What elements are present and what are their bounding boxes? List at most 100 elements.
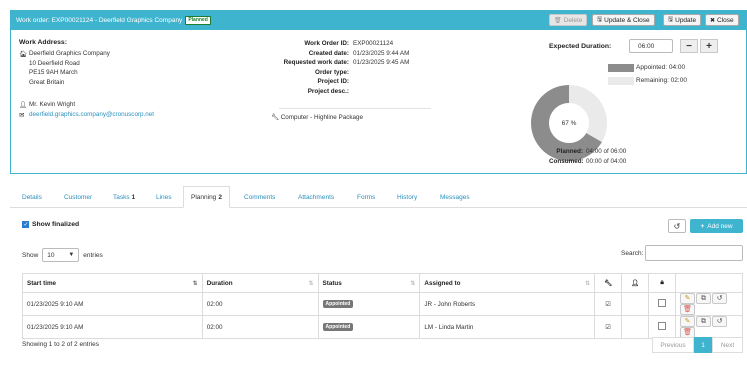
tab-history[interactable]: History xyxy=(397,186,417,208)
lock-cell xyxy=(648,315,677,339)
work-address-lines: Deerfield Graphics Company 10 Deerfield … xyxy=(29,50,110,86)
status-badge: Appointed xyxy=(322,300,354,308)
envelope-icon: ✉ xyxy=(19,112,25,119)
expected-duration-input[interactable]: 06:00 xyxy=(629,39,673,53)
duration-increase-button[interactable]: + xyxy=(700,39,718,53)
chevron-down-icon: ▼ xyxy=(68,252,75,258)
status-badge: Planned xyxy=(185,15,211,25)
sort-icon: ⇅ xyxy=(585,280,591,287)
delete-row-button[interactable]: 🗑 xyxy=(680,304,696,315)
work-order-info: Work Order ID: EXP00021124 Created date: 0… xyxy=(283,40,410,95)
actions-cell: ✎ ⧉ ↺ 🗑 xyxy=(675,315,743,339)
divider xyxy=(279,108,431,109)
column-header-start-time[interactable]: Start time ⇅ xyxy=(22,273,203,293)
close-button[interactable]: ✖ Close xyxy=(705,14,739,26)
expected-duration-label: Expected Duration: xyxy=(549,43,612,50)
user-icon: 👤︎ xyxy=(19,102,28,109)
assigned-to-cell: LM - Linda Martin xyxy=(419,315,596,339)
tools-cell: ☑ xyxy=(594,292,623,316)
close-icon: ✖ xyxy=(710,17,716,24)
delete-button[interactable]: 🗑 Delete xyxy=(549,14,588,26)
legend-remaining: Remaining: 02:00 xyxy=(636,77,687,84)
work-address-label: Work Address: xyxy=(19,39,67,46)
tab-lines[interactable]: Lines xyxy=(156,186,172,208)
external-link-icon: ⧉ xyxy=(701,318,707,325)
tools-icon: 🔧︎ xyxy=(604,280,613,287)
undo-button[interactable]: ↺ xyxy=(712,293,728,304)
search-input[interactable] xyxy=(645,245,743,261)
trash-icon: 🗑 xyxy=(554,17,562,24)
tab-forms[interactable]: Forms xyxy=(357,186,375,208)
undo-icon: ↺ xyxy=(716,318,723,325)
legend-swatch-appointed xyxy=(608,64,634,72)
pencil-icon: ✎ xyxy=(684,318,691,325)
refresh-button[interactable]: ↺ xyxy=(668,219,686,233)
checked-box-icon: ☑ xyxy=(605,323,611,331)
show-finalized-toggle[interactable]: Show finalized xyxy=(22,221,79,228)
user-cell xyxy=(621,292,650,316)
work-order-header: Work order: EXP00021124 - Deerfield Grap… xyxy=(10,10,747,30)
tab-attachments[interactable]: Attachments xyxy=(298,186,334,208)
lock-checkbox[interactable] xyxy=(658,322,667,330)
wrench-icon: 🔧︎ xyxy=(271,114,279,121)
column-header-duration[interactable]: Duration ⇅ xyxy=(201,273,319,293)
column-header-tools: 🔧︎ xyxy=(594,273,623,293)
tools-cell: ☑ xyxy=(594,315,623,339)
tab-tasks[interactable]: Tasks 1 xyxy=(113,186,135,208)
undo-icon: ↺ xyxy=(716,295,723,302)
work-order-id: EXP00021124 xyxy=(353,40,394,47)
tab-comments[interactable]: Comments xyxy=(244,186,275,208)
checked-box-icon: ☑ xyxy=(605,300,611,308)
table-header-row: Start time ⇅ Duration ⇅ Status ⇅ Assigned t… xyxy=(22,273,743,293)
sort-icon: ⇅ xyxy=(192,280,198,287)
requested-work-date: 01/23/2025 9:45 AM xyxy=(353,59,410,66)
actions-cell: ✎ ⧉ ↺ 🗑 xyxy=(675,292,743,316)
lock-checkbox[interactable] xyxy=(658,299,667,307)
edit-button[interactable]: ✎ xyxy=(680,316,696,327)
show-finalized-checkbox[interactable] xyxy=(22,221,29,228)
entries-select[interactable]: 10 ▼ xyxy=(42,248,80,262)
duration-cell: 02:00 xyxy=(201,292,319,316)
undo-button[interactable]: ↺ xyxy=(712,316,728,327)
table-row: 01/23/2025 9:10 AM 02:00 Appointed JR - … xyxy=(22,292,743,316)
legend-swatch-remaining xyxy=(608,77,634,85)
lock-cell xyxy=(648,292,677,316)
column-header-assigned-to[interactable]: Assigned to ⇅ xyxy=(419,273,596,293)
column-header-lock: 🔒︎ xyxy=(648,273,677,293)
edit-button[interactable]: ✎ xyxy=(680,293,696,304)
status-cell: Appointed xyxy=(317,315,421,339)
assigned-to-cell: JR - John Roberts xyxy=(419,292,596,316)
trash-icon: 🗑 xyxy=(683,306,692,313)
contact-email-link[interactable]: deerfield.graphics.company@cronuscorp.ne… xyxy=(29,110,154,120)
tab-customer[interactable]: Customer xyxy=(64,186,92,208)
planning-table: Start time ⇅ Duration ⇅ Status ⇅ Assigned t… xyxy=(22,273,743,339)
trash-icon: 🗑 xyxy=(683,329,692,336)
tab-details[interactable]: Details xyxy=(22,186,42,208)
work-order-tabs: Details Customer Tasks 1 Lines Planning 2 … xyxy=(10,186,747,208)
home-icon: 🏠︎ xyxy=(19,51,28,58)
column-header-status[interactable]: Status ⇅ xyxy=(317,273,421,293)
created-date: 01/23/2025 9:44 AM xyxy=(353,49,410,57)
open-button[interactable]: ⧉ xyxy=(696,316,712,327)
update-button[interactable]: 🖫 Update xyxy=(663,14,702,26)
pagination-previous[interactable]: Previous xyxy=(652,337,694,353)
table-row: 01/23/2025 9:10 AM 02:00 Appointed LM - … xyxy=(22,315,743,339)
status-cell: Appointed xyxy=(317,292,421,316)
update-close-button[interactable]: 🖫 Update & Close xyxy=(592,14,655,26)
external-link-icon: ⧉ xyxy=(701,295,707,302)
pagination-page-1[interactable]: 1 xyxy=(694,337,712,353)
tab-planning[interactable]: Planning 2 xyxy=(183,186,230,208)
add-new-button[interactable]: + Add new xyxy=(690,219,743,233)
start-time-cell: 01/23/2025 9:10 AM xyxy=(22,315,203,339)
pagination-next[interactable]: Next xyxy=(712,337,743,353)
tab-messages[interactable]: Messages xyxy=(440,186,470,208)
legend-appointed: Appointed: 04:00 xyxy=(636,64,686,71)
save-icon: 🖫 xyxy=(668,17,674,23)
duration-decrease-button[interactable]: − xyxy=(680,39,698,53)
plus-icon: + xyxy=(700,222,705,230)
duration-cell: 02:00 xyxy=(201,315,319,339)
work-order-details-panel: Work Address: 🏠︎ Deerfield Graphics Comp… xyxy=(10,30,747,174)
undo-icon: ↺ xyxy=(673,221,681,231)
save-icon: 🖫 xyxy=(597,17,603,23)
open-button[interactable]: ⧉ xyxy=(696,293,712,304)
